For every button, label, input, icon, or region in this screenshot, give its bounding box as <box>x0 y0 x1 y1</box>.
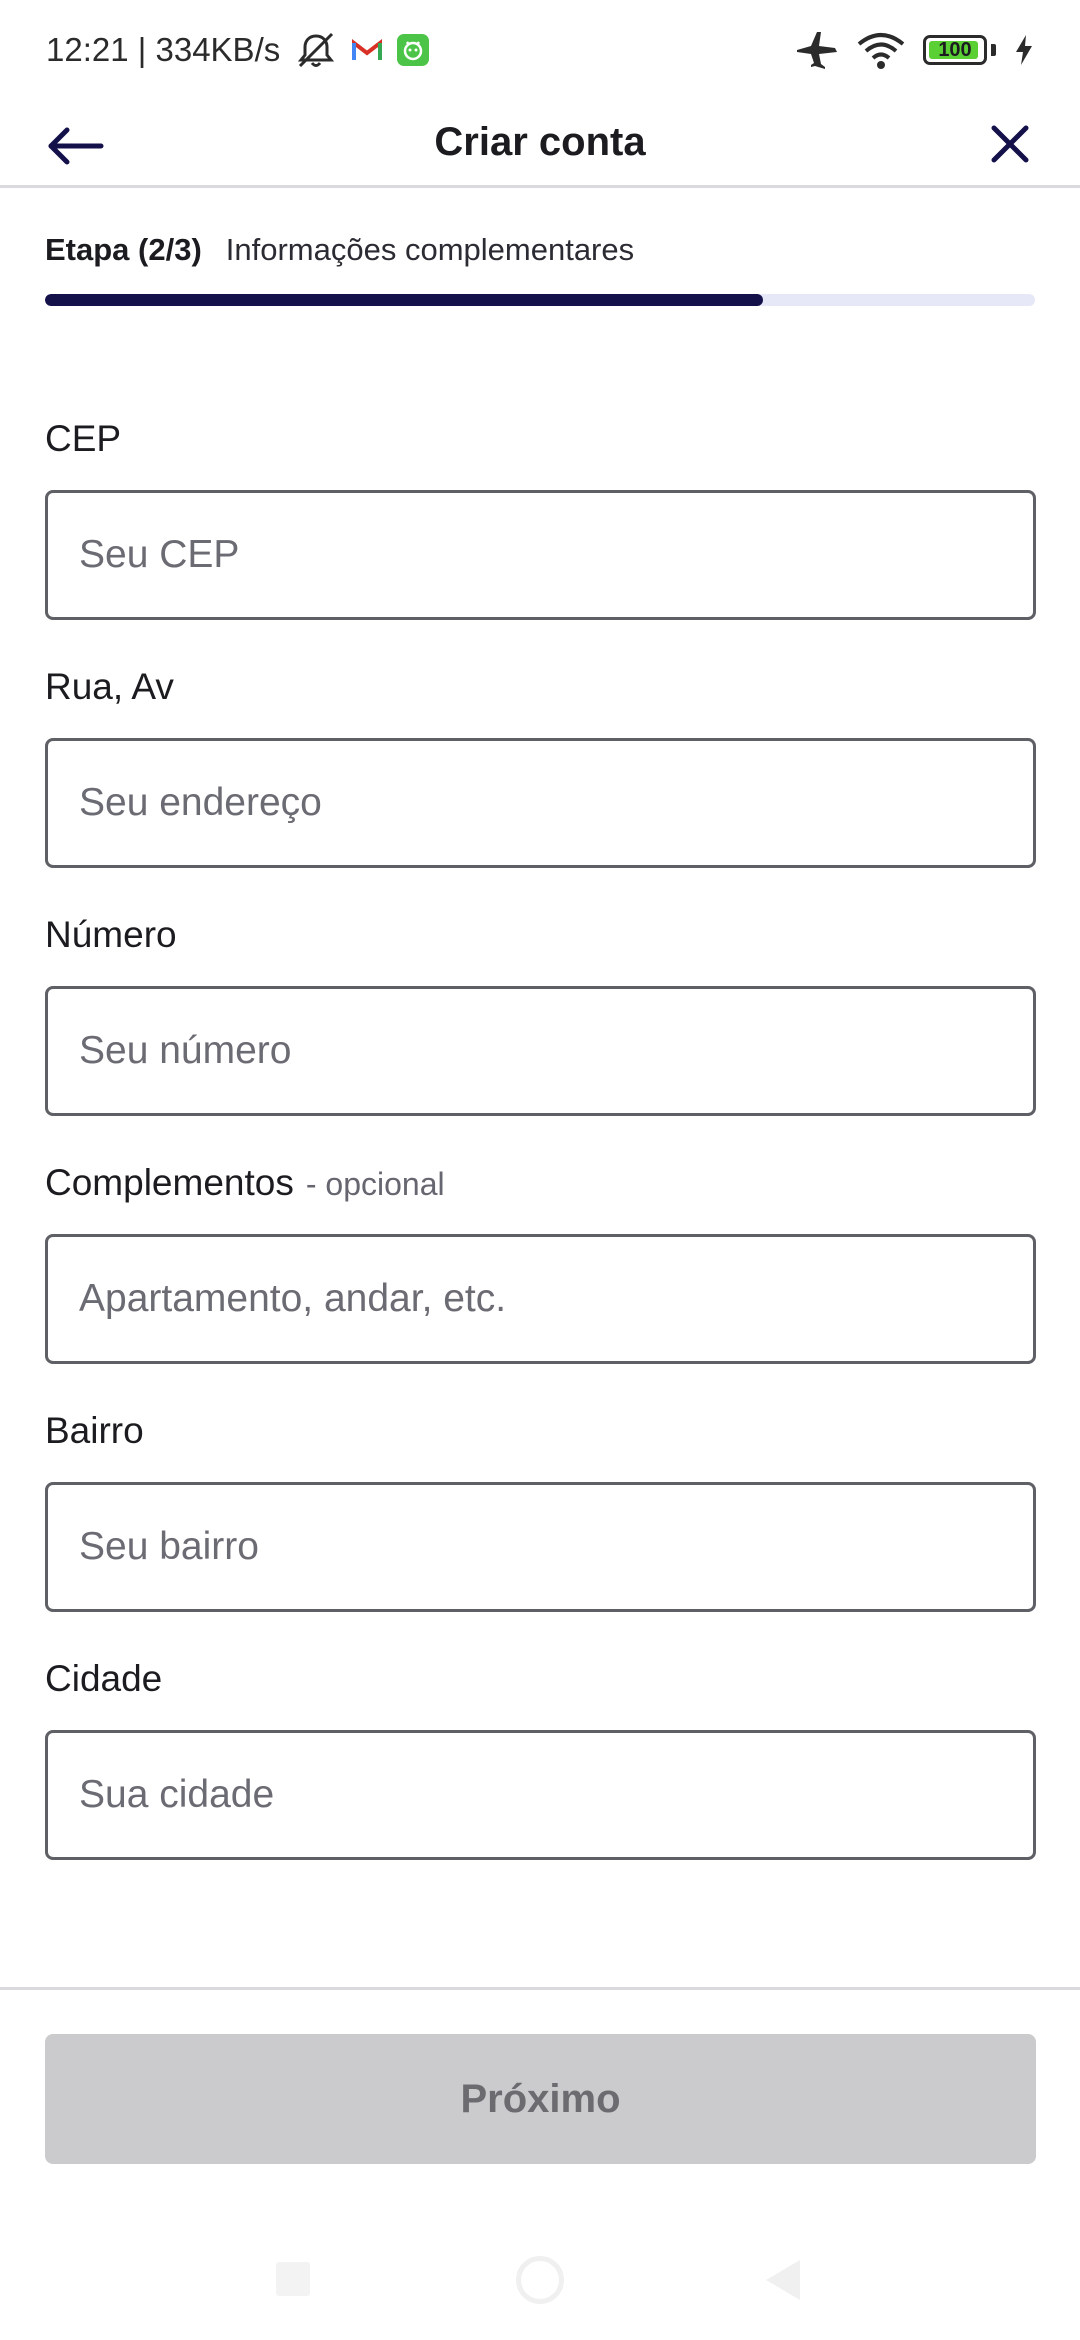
status-time-speed: 12:21 | 334KB/s <box>46 31 281 68</box>
field-label: Bairro <box>45 1410 1036 1460</box>
wifi-icon <box>857 30 905 70</box>
step-indicator: Etapa (2/3) Informações complementares <box>45 232 1035 268</box>
field-district: Bairro <box>45 1410 1036 1612</box>
app-notification-icon <box>396 33 430 67</box>
create-account-screen: 12:21 | 334KB/s 100 Criar conta Etapa (2… <box>0 0 1080 2340</box>
street-label: Rua, Av <box>45 666 174 707</box>
progress-bar-fill <box>45 294 763 306</box>
app-bar: Criar conta <box>0 100 1080 188</box>
battery-body: 100 <box>923 35 987 65</box>
complement-input[interactable] <box>45 1234 1036 1364</box>
cep-label: CEP <box>45 418 122 459</box>
back-nav-icon[interactable] <box>766 2260 800 2300</box>
status-right: 100 <box>795 30 1034 70</box>
district-label: Bairro <box>45 1410 144 1451</box>
field-label: CEP <box>45 418 1036 468</box>
field-label: Rua, Av <box>45 666 1036 716</box>
system-nav-bar <box>0 2240 1080 2340</box>
optional-hint: - opcional <box>305 1166 445 1202</box>
number-label: Número <box>45 914 177 955</box>
battery-level: 100 <box>938 38 972 61</box>
arrow-left-icon <box>48 127 104 165</box>
home-nav-icon[interactable] <box>516 2256 564 2304</box>
back-button[interactable] <box>40 116 110 176</box>
field-label: Número <box>45 914 1036 964</box>
status-bar: 12:21 | 334KB/s 100 <box>0 0 1080 100</box>
airplane-icon <box>795 30 839 70</box>
gmail-icon <box>352 38 383 62</box>
charging-icon <box>1014 34 1034 66</box>
street-input[interactable] <box>45 738 1036 868</box>
field-street: Rua, Av <box>45 666 1036 868</box>
close-button[interactable] <box>980 114 1040 174</box>
progress-bar <box>45 294 1035 306</box>
field-number: Número <box>45 914 1036 1116</box>
field-cep: CEP <box>45 418 1036 620</box>
battery-cap <box>991 44 996 56</box>
next-button[interactable]: Próximo <box>45 2034 1036 2164</box>
step-description: Informações complementares <box>225 232 635 267</box>
number-input[interactable] <box>45 986 1036 1116</box>
city-input[interactable] <box>45 1730 1036 1860</box>
city-label: Cidade <box>45 1658 163 1699</box>
footer-divider <box>0 1987 1080 1990</box>
page-title: Criar conta <box>434 120 646 164</box>
field-label: Cidade <box>45 1658 1036 1708</box>
mute-icon <box>294 30 338 70</box>
cep-input[interactable] <box>45 490 1036 620</box>
district-input[interactable] <box>45 1482 1036 1612</box>
battery-icon: 100 <box>923 35 987 65</box>
field-city: Cidade <box>45 1658 1036 1860</box>
recents-nav-icon[interactable] <box>276 2262 310 2296</box>
field-complement: Complementos - opcional <box>45 1162 1036 1364</box>
field-label: Complementos - opcional <box>45 1162 1036 1212</box>
step-count: Etapa (2/3) <box>45 232 202 267</box>
complement-label: Complementos <box>45 1162 294 1203</box>
status-left: 12:21 | 334KB/s <box>46 30 430 70</box>
close-icon <box>991 125 1029 163</box>
